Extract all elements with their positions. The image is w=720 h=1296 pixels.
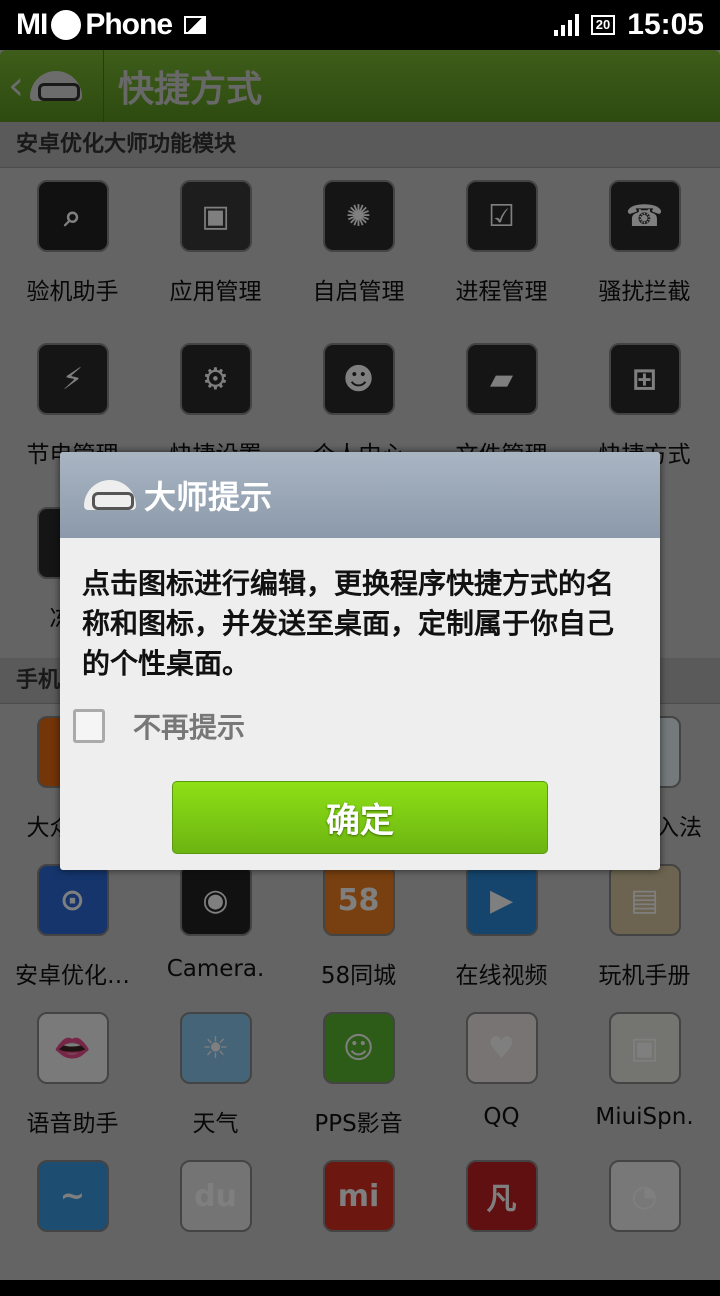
battery-icon: 20 bbox=[590, 15, 616, 35]
clock: 15:05 bbox=[627, 8, 704, 41]
dialog-title-bar: 大师提示 bbox=[60, 452, 660, 538]
image-notification-icon bbox=[184, 16, 206, 34]
checkbox-label: 不再提示 bbox=[133, 711, 246, 744]
checkbox-icon[interactable] bbox=[73, 709, 105, 743]
dialog-title: 大师提示 bbox=[144, 478, 273, 516]
brand-logo: MI Phone bbox=[16, 8, 173, 42]
mascot-icon bbox=[51, 10, 82, 40]
ok-button[interactable]: 确定 bbox=[172, 781, 548, 854]
brand-mi: MI bbox=[16, 8, 48, 41]
app-logo-icon bbox=[84, 480, 136, 510]
carrier-label: Phone bbox=[85, 8, 173, 41]
dont-show-again-checkbox[interactable]: 不再提示 bbox=[60, 706, 660, 746]
dialog-message: 点击图标进行编辑，更换程序快捷方式的名称和图标，并发送至桌面，定制属于你自己的个… bbox=[82, 567, 615, 680]
tip-dialog: 大师提示 点击图标进行编辑，更换程序快捷方式的名称和图标，并发送至桌面，定制属于… bbox=[60, 452, 660, 870]
signal-icon bbox=[553, 14, 579, 36]
status-bar: MI Phone 20 15:05 bbox=[0, 0, 720, 50]
